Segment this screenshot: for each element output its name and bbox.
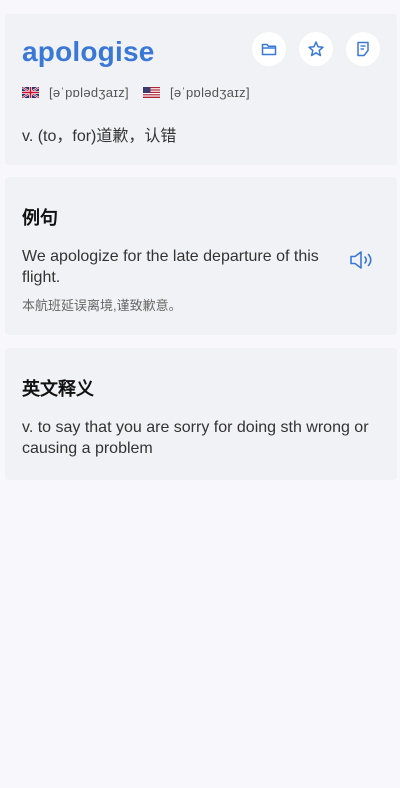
example-sentence-en: We apologize for the late departure of t… <box>22 248 319 286</box>
headword: apologise <box>22 36 155 67</box>
uk-phonetic: [əˈpɒlədʒaɪz] <box>49 84 129 100</box>
phonetics-row: [əˈpɒlədʒaɪz] [əˈpɒlədʒaɪz] <box>22 84 264 100</box>
favorite-button[interactable] <box>299 32 333 66</box>
example-card: 例句 We apologize for the late departure o… <box>5 177 397 335</box>
example-title: 例句 <box>22 208 58 228</box>
folder-icon <box>261 43 277 56</box>
add-to-folder-button[interactable] <box>252 32 286 66</box>
note-icon <box>357 41 369 57</box>
definition-title: 英文释义 <box>22 379 94 399</box>
example-sentence-zh: 本航班延误离境,谨致歉意。 <box>22 298 182 313</box>
us-flag-icon[interactable] <box>142 86 160 98</box>
star-icon <box>308 41 324 57</box>
word-meaning: v. (to，for)道歉，认错 <box>22 128 177 145</box>
us-phonetic: [əˈpɒlədʒaɪz] <box>169 84 250 100</box>
definition-text: v. to say that you are sorry for doing s… <box>22 419 369 457</box>
uk-flag-icon[interactable] <box>22 86 39 98</box>
english-definition-card: 英文释义 v. to say that you are sorry for do… <box>5 348 397 480</box>
add-note-button[interactable] <box>346 32 380 66</box>
word-card: apologise [əˈpɒlədʒaɪz] [əˈpɒlədʒaɪz] v.… <box>5 14 397 165</box>
speaker-icon[interactable] <box>348 248 376 272</box>
